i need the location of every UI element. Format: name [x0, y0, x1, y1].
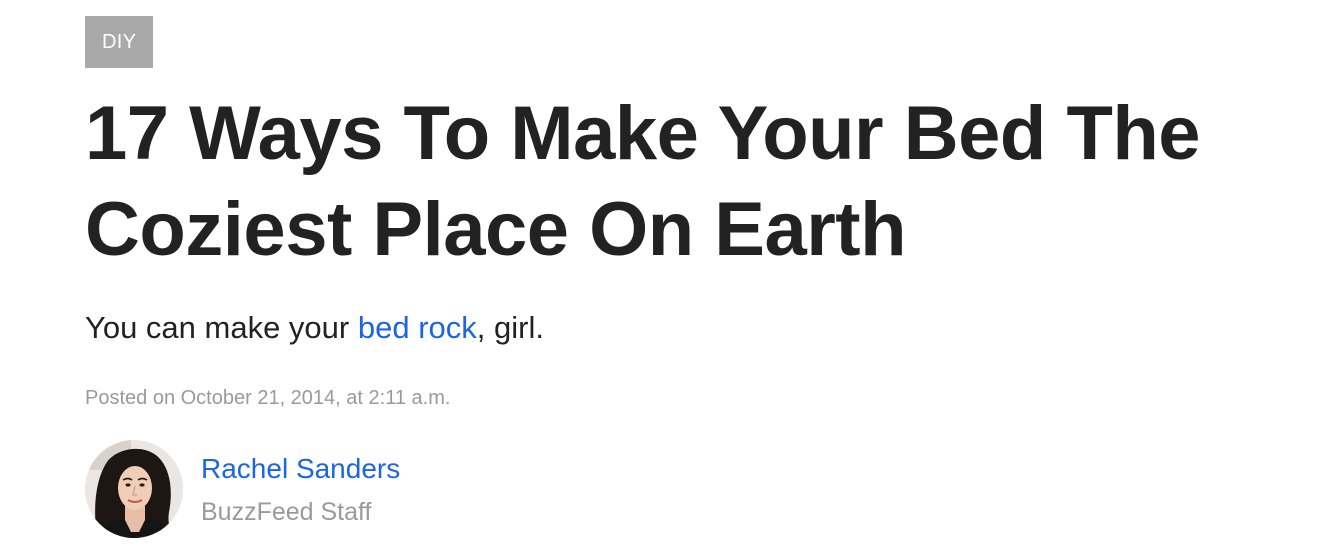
category-badge[interactable]: DIY: [85, 16, 154, 68]
author-avatar[interactable]: [85, 440, 183, 538]
article-header: DIY 17 Ways To Make Your Bed The Coziest…: [85, 16, 1305, 538]
dek-link[interactable]: bed rock: [358, 310, 477, 345]
author-role: BuzzFeed Staff: [201, 498, 372, 526]
title-line-1: 17 Ways To Make Your Bed The: [85, 91, 1201, 176]
author-photo-icon: [85, 440, 183, 538]
byline: Rachel Sanders BuzzFeed Staff: [85, 440, 685, 540]
page-title: 17 Ways To Make Your Bed The Coziest Pla…: [85, 86, 1305, 278]
title-line-2: Coziest Place On Earth: [85, 187, 907, 272]
dek-text-before: You can make your: [85, 310, 358, 345]
author-name-link[interactable]: Rachel Sanders: [201, 452, 400, 486]
article-dek: You can make your bed rock, girl.: [85, 308, 1305, 348]
posted-timestamp: Posted on October 21, 2014, at 2:11 a.m.: [85, 387, 451, 409]
dek-text-after: , girl.: [476, 310, 544, 345]
